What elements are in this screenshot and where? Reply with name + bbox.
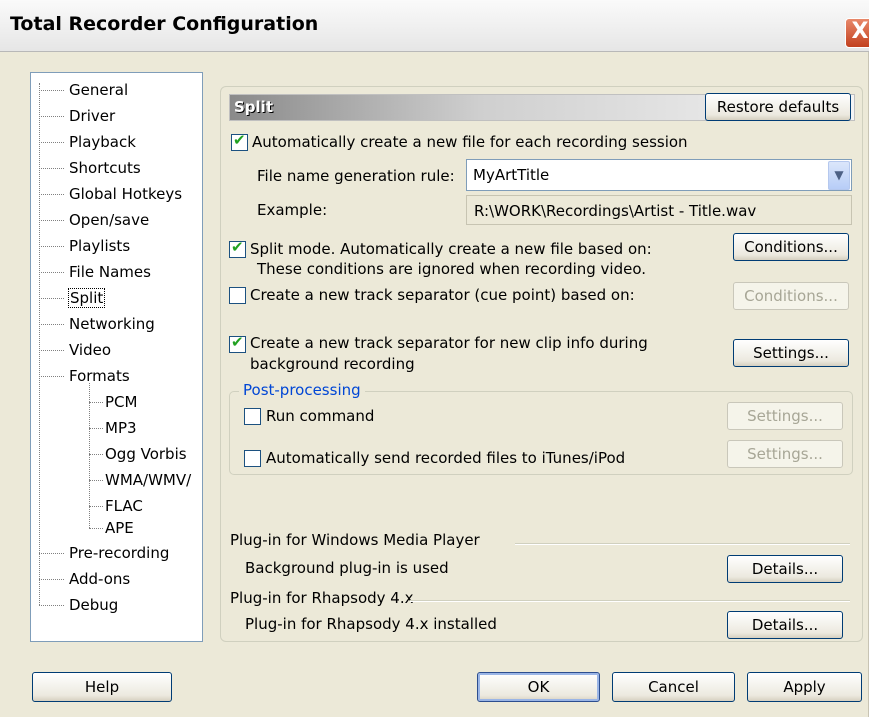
- restore-defaults-button[interactable]: Restore defaults: [705, 93, 851, 121]
- tree-item-split-label: Split: [68, 288, 106, 308]
- tree-item-playlists[interactable]: Playlists: [69, 236, 130, 256]
- cue-point-checkbox[interactable]: [229, 287, 246, 304]
- tree-item-global-hotkeys[interactable]: Global Hotkeys: [69, 184, 182, 204]
- tree-item-flac[interactable]: FLAC: [105, 496, 143, 516]
- tree-item-general[interactable]: General: [69, 80, 128, 100]
- chevron-down-icon[interactable]: ▼: [828, 161, 850, 190]
- tree-item-ogg-vorbis[interactable]: Ogg Vorbis: [105, 444, 187, 464]
- rhapsody-separator: [410, 600, 850, 602]
- name-rule-value: MyArtTitle: [473, 166, 550, 184]
- clip-info-checkbox[interactable]: ✔: [229, 333, 246, 353]
- apply-button[interactable]: Apply: [747, 672, 862, 702]
- rhapsody-details-button[interactable]: Details...: [727, 611, 843, 639]
- tree-item-shortcuts[interactable]: Shortcuts: [69, 158, 141, 178]
- tree-line: [39, 83, 40, 605]
- tree-item-video[interactable]: Video: [69, 340, 111, 360]
- title-bar: Total Recorder Configuration X: [0, 0, 869, 52]
- example-value: R:\WORK\Recordings\Artist - Title.wav: [474, 202, 757, 220]
- tree-item-playback[interactable]: Playback: [69, 132, 136, 152]
- run-settings-button[interactable]: Settings...: [727, 402, 843, 430]
- tree-item-split[interactable]: Split: [68, 288, 106, 308]
- clip-settings-button[interactable]: Settings...: [733, 339, 849, 367]
- wmp-separator: [515, 543, 850, 545]
- tree-item-add-ons[interactable]: Add-ons: [69, 569, 130, 589]
- window-title: Total Recorder Configuration: [10, 13, 319, 35]
- split-mode-note: These conditions are ignored when record…: [257, 260, 647, 278]
- example-label: Example:: [257, 201, 328, 219]
- wmp-plugin-title: Plug-in for Windows Media Player: [230, 531, 480, 549]
- ok-button[interactable]: OK: [477, 672, 600, 702]
- config-dialog: Total Recorder Configuration X General D…: [0, 0, 869, 717]
- name-rule-select[interactable]: MyArtTitle ▼: [466, 159, 852, 191]
- tree-item-file-names[interactable]: File Names: [69, 262, 151, 282]
- check-icon: ✔: [231, 238, 244, 256]
- tree-item-pcm[interactable]: PCM: [105, 392, 137, 412]
- help-button[interactable]: Help: [32, 672, 172, 702]
- example-field: R:\WORK\Recordings\Artist - Title.wav: [466, 195, 852, 225]
- tree-item-pre-recording[interactable]: Pre-recording: [69, 543, 169, 563]
- tree-item-mp3[interactable]: MP3: [105, 418, 137, 438]
- tree-item-formats[interactable]: Formats: [69, 366, 130, 386]
- section-title: Split: [234, 98, 273, 116]
- cancel-button[interactable]: Cancel: [612, 672, 735, 702]
- wmp-details-button[interactable]: Details...: [727, 555, 843, 583]
- run-command-label: Run command: [266, 407, 375, 425]
- tree-item-networking[interactable]: Networking: [69, 314, 155, 334]
- tree-item-wma-wmv[interactable]: WMA/WMV/: [105, 470, 191, 490]
- tree-item-driver[interactable]: Driver: [69, 106, 115, 126]
- name-rule-label: File name generation rule:: [257, 167, 455, 185]
- auto-create-checkbox[interactable]: ✔: [231, 131, 248, 151]
- itunes-label: Automatically send recorded files to iTu…: [266, 449, 626, 467]
- check-icon: ✔: [231, 333, 244, 351]
- itunes-settings-button[interactable]: Settings...: [727, 440, 843, 468]
- auto-create-label: Automatically create a new file for each…: [252, 133, 688, 151]
- itunes-checkbox[interactable]: [244, 450, 261, 467]
- cue-conditions-button[interactable]: Conditions...: [733, 282, 849, 310]
- post-processing-title: Post-processing: [239, 381, 365, 399]
- settings-tree[interactable]: General Driver Playback Shortcuts Global…: [30, 72, 203, 642]
- clip-info-label-1: Create a new track separator for new cli…: [250, 334, 648, 352]
- split-mode-label: Split mode. Automatically create a new f…: [250, 240, 652, 258]
- clip-info-label-2: background recording: [250, 355, 415, 373]
- wmp-plugin-status: Background plug-in is used: [245, 559, 449, 577]
- cue-point-label: Create a new track separator (cue point)…: [250, 286, 635, 304]
- tree-item-ape[interactable]: APE: [105, 518, 134, 538]
- rhapsody-plugin-title: Plug-in for Rhapsody 4.x: [230, 589, 414, 607]
- rhapsody-plugin-status: Plug-in for Rhapsody 4.x installed: [245, 615, 497, 633]
- tree-item-debug[interactable]: Debug: [69, 595, 118, 615]
- check-icon: ✔: [233, 131, 246, 149]
- close-icon[interactable]: X: [845, 18, 869, 48]
- split-mode-checkbox[interactable]: ✔: [229, 238, 246, 258]
- tree-item-open-save[interactable]: Open/save: [69, 210, 149, 230]
- conditions-button[interactable]: Conditions...: [733, 233, 849, 261]
- run-command-checkbox[interactable]: [244, 408, 261, 425]
